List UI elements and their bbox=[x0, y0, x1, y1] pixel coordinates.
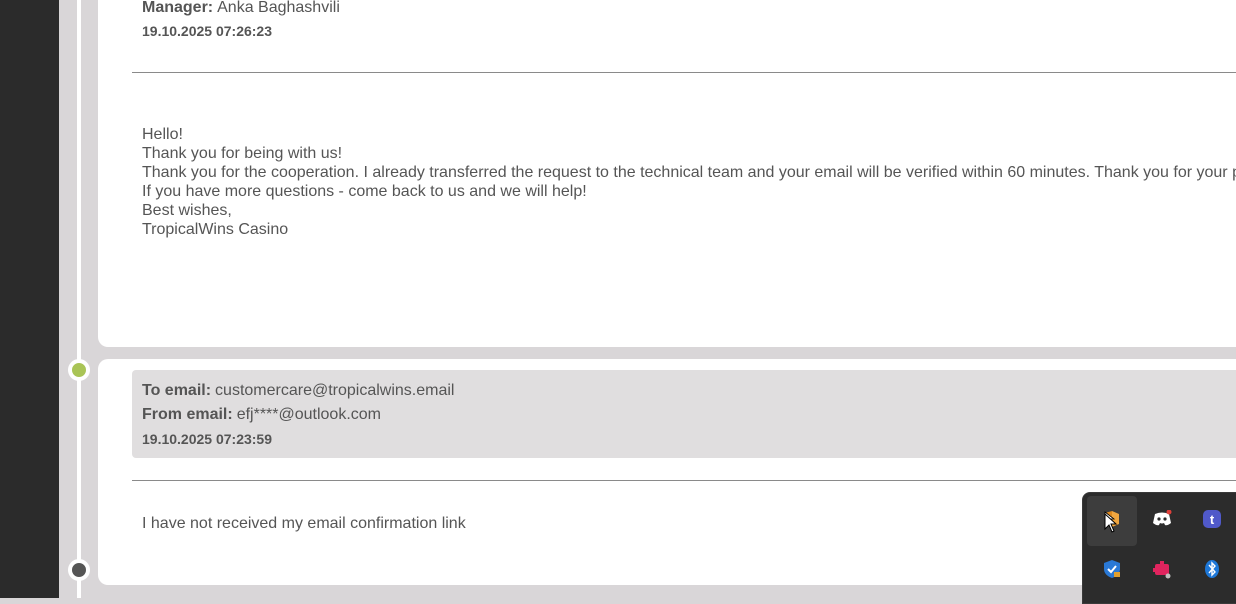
email-divider bbox=[132, 480, 1236, 481]
manager-name: Anka Baghashvili bbox=[217, 0, 340, 16]
system-tray-overflow: t bbox=[1082, 492, 1236, 604]
left-panel bbox=[0, 0, 59, 598]
reply-line: Best wishes, bbox=[142, 202, 232, 219]
reply-divider bbox=[132, 72, 1236, 73]
puzzle-icon bbox=[1152, 559, 1172, 584]
tray-extension-button[interactable] bbox=[1137, 546, 1187, 596]
reply-line: Thank you for the cooperation. I already… bbox=[142, 164, 1236, 181]
tray-teams-button[interactable]: t bbox=[1187, 496, 1236, 546]
reply-line: If you have more questions - come back t… bbox=[142, 183, 587, 200]
reply-line: Hello! bbox=[142, 126, 183, 143]
to-email-row: To email: customercare@tropicalwins.email bbox=[142, 382, 454, 400]
tray-discord-button[interactable] bbox=[1137, 496, 1187, 546]
manager-row: Manager: Anka Baghashvili bbox=[142, 0, 340, 17]
to-email-label: To email: bbox=[142, 382, 212, 399]
timeline-dot-incoming bbox=[68, 359, 90, 381]
email-body: I have not received my email confirmatio… bbox=[142, 515, 466, 532]
timeline-line bbox=[77, 0, 81, 598]
svg-text:t: t bbox=[1210, 512, 1215, 527]
reply-line: Thank you for being with us! bbox=[142, 145, 343, 162]
from-email-row: From email: efj****@outlook.com bbox=[142, 406, 381, 424]
shield-icon bbox=[1102, 559, 1122, 584]
reply-body: Hello! Thank you for being with us! Than… bbox=[142, 125, 1236, 239]
from-email-value: efj****@outlook.com bbox=[236, 406, 381, 423]
timeline-dot-end bbox=[68, 559, 90, 581]
reply-timestamp: 19.10.2025 07:26:23 bbox=[142, 23, 272, 39]
teams-icon: t bbox=[1202, 509, 1222, 534]
discord-icon bbox=[1152, 509, 1172, 533]
reply-line: TropicalWins Casino bbox=[142, 221, 289, 238]
from-email-label: From email: bbox=[142, 406, 233, 423]
manager-label: Manager: bbox=[142, 0, 214, 16]
to-email-value: customercare@tropicalwins.email bbox=[215, 382, 455, 399]
tray-bluetooth-button[interactable] bbox=[1187, 546, 1236, 596]
mouse-cursor-icon bbox=[1104, 512, 1118, 538]
tray-security-button[interactable] bbox=[1087, 546, 1137, 596]
email-timestamp: 19.10.2025 07:23:59 bbox=[142, 431, 272, 447]
bluetooth-icon bbox=[1202, 559, 1222, 584]
